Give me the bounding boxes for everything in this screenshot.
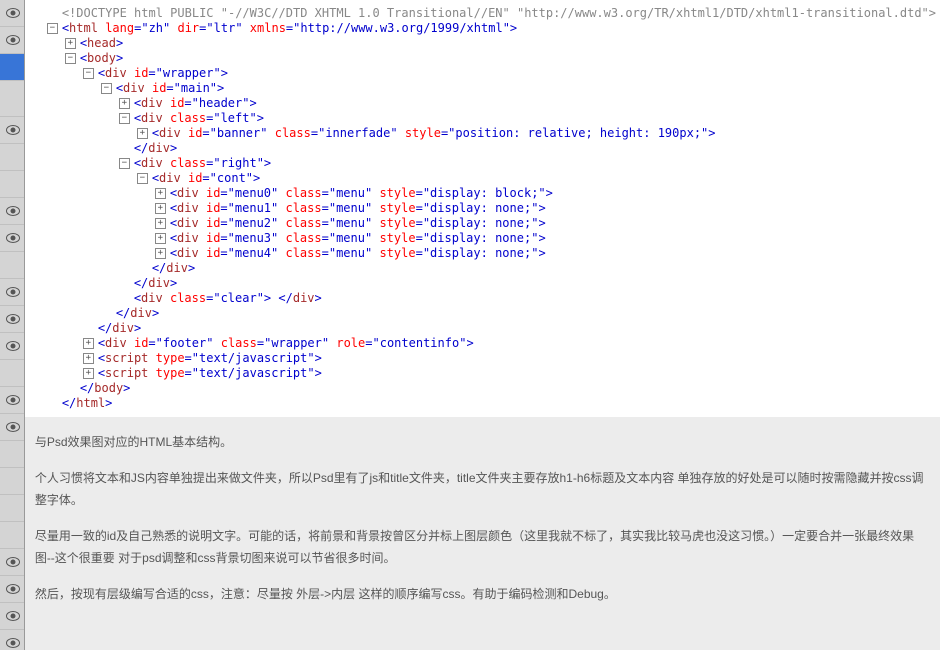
code-line[interactable]: <div id="main">: [29, 81, 936, 96]
fold-toggle[interactable]: [137, 128, 148, 139]
layer-row[interactable]: body: [0, 603, 24, 630]
eye-icon[interactable]: [6, 341, 20, 351]
layer-row[interactable]: bg: [0, 306, 24, 333]
fold-toggle[interactable]: [119, 98, 130, 109]
layer-row[interactable]: bg: [0, 279, 24, 306]
fold-toggle[interactable]: [137, 173, 148, 184]
layer-row[interactable]: bg: [0, 576, 24, 603]
fold-toggle[interactable]: [47, 23, 58, 34]
code-line[interactable]: <html lang="zh" dir="ltr" xmlns="http://…: [29, 21, 936, 36]
eye-icon[interactable]: [6, 206, 20, 216]
fold-toggle[interactable]: [155, 248, 166, 259]
eye-icon[interactable]: [6, 422, 20, 432]
code-line[interactable]: <div id="menu4" class="menu" style="disp…: [29, 246, 936, 261]
fold-toggle[interactable]: [83, 338, 94, 349]
layer-row[interactable]: #banner: [0, 414, 24, 441]
code-line[interactable]: <div id="menu1" class="menu" style="disp…: [29, 201, 936, 216]
code-line[interactable]: <div class="right">: [29, 156, 936, 171]
eye-icon[interactable]: [6, 35, 20, 45]
code-line[interactable]: <div class="clear"> </div>: [29, 291, 936, 306]
layer-row[interactable]: #right: [0, 171, 24, 198]
layer-row[interactable]: html: [0, 630, 24, 650]
fold-toggle[interactable]: [83, 368, 94, 379]
code-line[interactable]: <div id="header">: [29, 96, 936, 111]
layers-panel[interactable]: 效果图合并js.contentT1版块，对不起。2版块，...title#top…: [0, 0, 25, 650]
layer-row[interactable]: T1版块，对不起。2版块，...: [0, 81, 24, 117]
code-line[interactable]: <div class="left">: [29, 111, 936, 126]
desc-p3: 尽量用一致的id及自己熟悉的说明文字。可能的话，将前景和背景按曾区分并标上图层颜…: [35, 525, 930, 569]
eye-icon[interactable]: [6, 8, 20, 18]
layer-row[interactable]: js img: [0, 468, 24, 495]
layer-row[interactable]: #banner-padding: [0, 522, 24, 549]
description-area: 与Psd效果图对应的HTML基本结构。 个人习惯将文本和JS内容单独提出来做文件…: [25, 417, 940, 650]
code-line[interactable]: <div id="banner" class="innerfade" style…: [29, 126, 936, 141]
layer-row[interactable]: #right: [0, 225, 24, 252]
layer-row[interactable]: js: [0, 27, 24, 54]
layer-row[interactable]: #wrapper: [0, 198, 24, 225]
layer-row[interactable]: 效果图合并: [0, 0, 24, 27]
code-line[interactable]: </html>: [29, 396, 936, 411]
layer-row[interactable]: shadow: [0, 333, 24, 360]
code-line[interactable]: <div id="menu2" class="menu" style="disp…: [29, 216, 936, 231]
code-line[interactable]: <script type="text/javascript">: [29, 351, 936, 366]
eye-icon[interactable]: [6, 584, 20, 594]
desc-p1: 与Psd效果图对应的HTML基本结构。: [35, 431, 930, 453]
layer-row[interactable]: .content: [0, 54, 24, 81]
code-line[interactable]: <div id="cont">: [29, 171, 936, 186]
layer-row[interactable]: js前景: [0, 441, 24, 468]
eye-icon[interactable]: [6, 314, 20, 324]
code-line[interactable]: </div>: [29, 261, 936, 276]
desc-p2: 个人习惯将文本和JS内容单独提出来做文件夹，所以Psd里有了js和title文件…: [35, 467, 930, 511]
code-line[interactable]: <!DOCTYPE html PUBLIC "-//W3C//DTD XHTML…: [29, 6, 936, 21]
code-line[interactable]: <script type="text/javascript">: [29, 366, 936, 381]
fold-toggle[interactable]: [155, 218, 166, 229]
layer-row[interactable]: #left: [0, 387, 24, 414]
fold-toggle[interactable]: [101, 83, 112, 94]
code-line[interactable]: </div>: [29, 141, 936, 156]
eye-icon[interactable]: [6, 557, 20, 567]
eye-icon[interactable]: [6, 611, 20, 621]
layer-row[interactable]: title: [0, 117, 24, 144]
layer-row[interactable]: #top: [0, 360, 24, 387]
code-line[interactable]: <div id="menu0" class="menu" style="disp…: [29, 186, 936, 201]
eye-icon[interactable]: [6, 125, 20, 135]
code-line[interactable]: </div>: [29, 321, 936, 336]
code-line[interactable]: <div id="menu3" class="menu" style="disp…: [29, 231, 936, 246]
code-line[interactable]: <div id="wrapper">: [29, 66, 936, 81]
layer-row[interactable]: js背景: [0, 495, 24, 522]
code-line[interactable]: <div id="footer" class="wrapper" role="c…: [29, 336, 936, 351]
eye-icon[interactable]: [6, 395, 20, 405]
layer-row[interactable]: #top: [0, 144, 24, 171]
fold-toggle[interactable]: [119, 113, 130, 124]
desc-p4: 然后，按现有层级编写合适的css，注意：尽量按 外层->内层 这样的顺序编写cs…: [35, 583, 930, 605]
fold-toggle[interactable]: [119, 158, 130, 169]
code-area[interactable]: <!DOCTYPE html PUBLIC "-//W3C//DTD XHTML…: [25, 0, 940, 417]
code-line[interactable]: <head>: [29, 36, 936, 51]
eye-icon[interactable]: [6, 287, 20, 297]
code-line[interactable]: <body>: [29, 51, 936, 66]
layer-row[interactable]: bg: [0, 549, 24, 576]
eye-icon[interactable]: [6, 233, 20, 243]
fold-toggle[interactable]: [65, 53, 76, 64]
code-line[interactable]: </div>: [29, 276, 936, 291]
fold-toggle[interactable]: [83, 68, 94, 79]
fold-toggle[interactable]: [155, 203, 166, 214]
fold-toggle[interactable]: [65, 38, 76, 49]
fold-toggle[interactable]: [83, 353, 94, 364]
code-line[interactable]: </div>: [29, 306, 936, 321]
layer-row[interactable]: #cont: [0, 252, 24, 279]
eye-icon[interactable]: [6, 638, 20, 648]
fold-toggle[interactable]: [155, 188, 166, 199]
code-line[interactable]: </body>: [29, 381, 936, 396]
fold-toggle[interactable]: [155, 233, 166, 244]
